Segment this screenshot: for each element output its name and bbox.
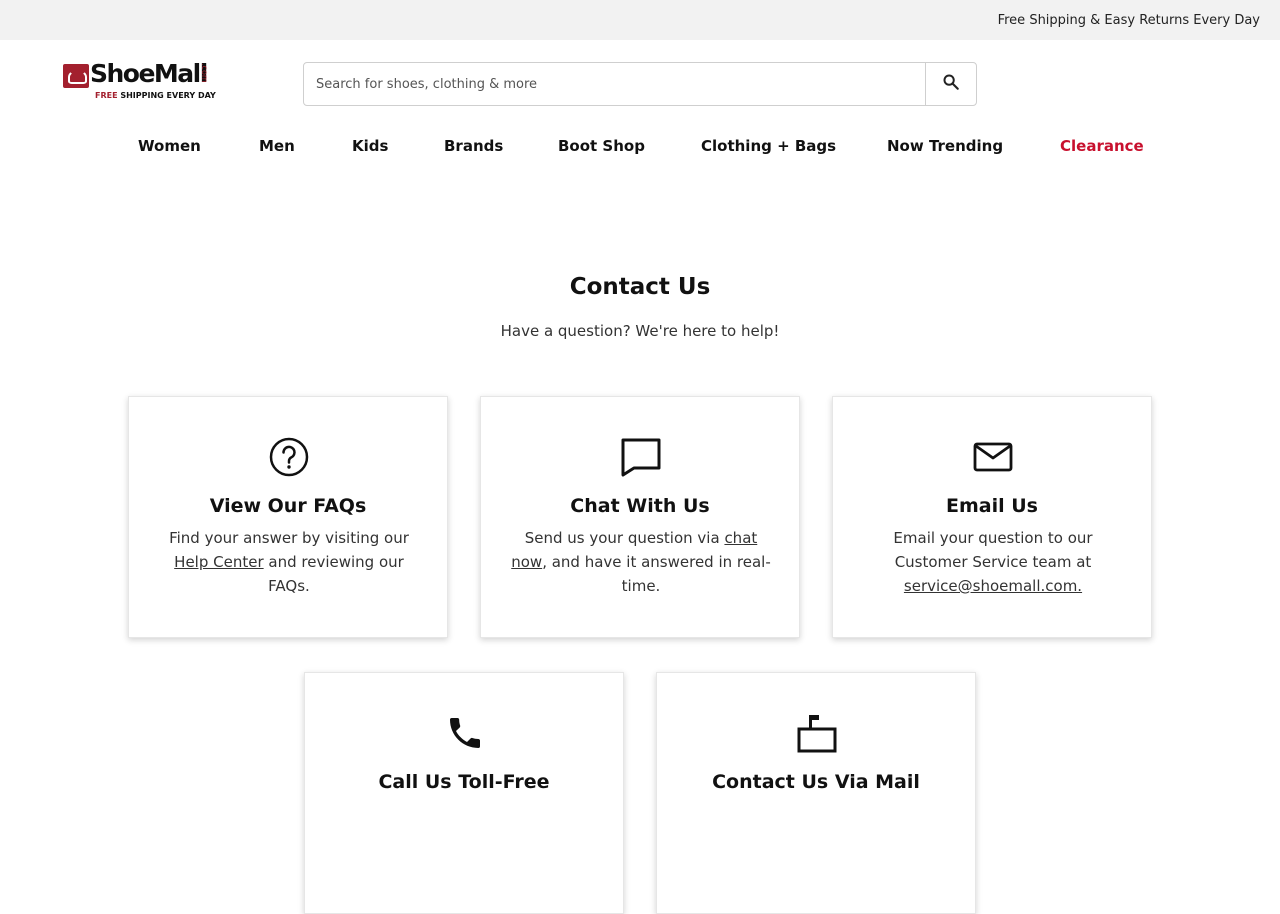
email-title: Email Us xyxy=(946,495,1038,517)
email-text: Email your question to our Customer Serv… xyxy=(893,529,1093,595)
nav-boot-shop[interactable]: Boot Shop xyxy=(558,137,645,155)
logo-com: .com xyxy=(200,63,209,83)
logo-name: ShoeMall xyxy=(90,59,208,88)
phone-card: Call Us Toll-Free xyxy=(304,672,624,914)
chat-title: Chat With Us xyxy=(570,495,710,517)
email-link[interactable]: service@shoemall.com. xyxy=(904,577,1082,595)
nav-kids[interactable]: Kids xyxy=(352,137,388,155)
nav-clothing-bags[interactable]: Clothing + Bags xyxy=(701,137,836,155)
nav-brands[interactable]: Brands xyxy=(444,137,503,155)
search-button[interactable] xyxy=(925,63,976,105)
mail-icon xyxy=(973,437,1013,477)
search-icon xyxy=(942,73,960,95)
help-center-link[interactable]: Help Center xyxy=(174,553,263,571)
contact-hero: Contact Us Have a question? We're here t… xyxy=(0,274,1280,340)
page-title: Contact Us xyxy=(569,274,711,300)
search-input[interactable] xyxy=(304,63,925,105)
logo-tagline: FREE SHIPPING EVERY DAY xyxy=(95,91,216,100)
faq-title: View Our FAQs xyxy=(209,495,367,517)
email-card: Email Us Email your question to our Cust… xyxy=(832,396,1152,638)
faq-text: Find your answer by visiting our Help Ce… xyxy=(169,529,409,595)
mailbox-icon xyxy=(797,713,837,753)
page-subtitle: Have a question? We're here to help! xyxy=(500,322,780,340)
main-nav: Women Men Kids Brands Boot Shop Clothing… xyxy=(0,128,1280,168)
nav-clearance[interactable]: Clearance xyxy=(1060,137,1144,155)
logo-mark-icon xyxy=(63,64,89,88)
phone-title: Call Us Toll-Free xyxy=(378,771,550,793)
promo-bar: Free Shipping & Easy Returns Every Day xyxy=(0,0,1280,40)
faq-card: View Our FAQs Find your answer by visiti… xyxy=(128,396,448,638)
phone-icon xyxy=(445,713,485,753)
chat-card: Chat With Us Send us your question via c… xyxy=(480,396,800,638)
promo-text: Free Shipping & Easy Returns Every Day xyxy=(997,12,1260,28)
mail-title: Contact Us Via Mail xyxy=(712,771,920,793)
header: ShoeMall .com FREE SHIPPING EVERY DAY xyxy=(0,40,1280,128)
mail-card: Contact Us Via Mail xyxy=(656,672,976,914)
nav-men[interactable]: Men xyxy=(259,137,295,155)
nav-women[interactable]: Women xyxy=(138,137,201,155)
search-bar xyxy=(303,62,977,106)
question-circle-icon xyxy=(269,437,309,477)
nav-now-trending[interactable]: Now Trending xyxy=(887,137,1003,155)
chat-text: Send us your question via chat now, and … xyxy=(511,529,771,595)
chat-icon xyxy=(621,437,661,477)
shoemall-logo[interactable]: ShoeMall .com FREE SHIPPING EVERY DAY xyxy=(63,59,219,101)
